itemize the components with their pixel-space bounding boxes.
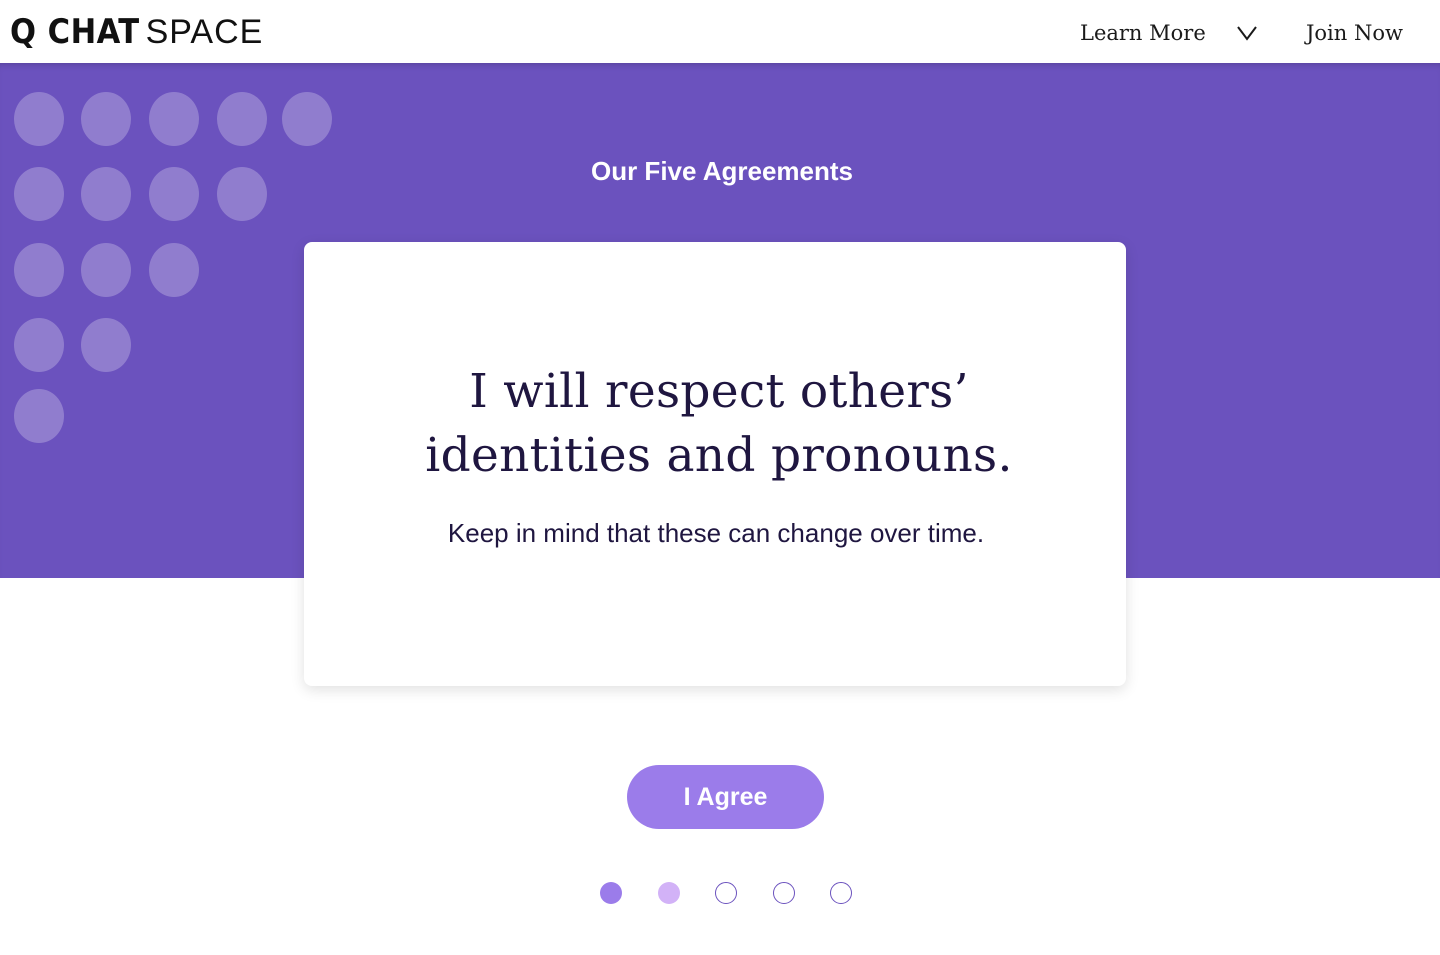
page-dot[interactable]: [773, 882, 795, 904]
decorative-dot: [149, 92, 199, 146]
section-title: Our Five Agreements: [590, 156, 853, 186]
decorative-dot: [149, 243, 199, 297]
page-dot-active[interactable]: [600, 882, 622, 904]
decorative-dot: [81, 92, 131, 146]
logo-wordmark-light: SPACE: [145, 13, 264, 51]
decorative-dot: [81, 318, 131, 372]
nav-learn-more[interactable]: Learn More: [1080, 17, 1206, 49]
chevron-down-icon[interactable]: [1236, 24, 1258, 42]
site-logo[interactable]: Q CHAT SPACE: [10, 12, 263, 52]
decorative-dot: [217, 92, 267, 146]
logo-wordmark-bold: Q CHAT: [10, 12, 140, 52]
decorative-dot: [14, 318, 64, 372]
agree-button[interactable]: I Agree: [627, 765, 824, 829]
page-dot-next[interactable]: [658, 882, 680, 904]
decorative-dot: [14, 243, 64, 297]
agreement-subtitle: Keep in mind that these can change over …: [447, 518, 985, 548]
site-header: Q CHAT SPACE Learn More Join Now: [0, 0, 1440, 63]
agreement-title: I will respect others’ identities and pr…: [425, 364, 1013, 483]
page-dot[interactable]: [830, 882, 852, 904]
decorative-dot: [14, 92, 64, 146]
decorative-dot: [14, 389, 64, 443]
agreement-card: I will respect others’ identities and pr…: [304, 242, 1126, 686]
decorative-dot: [282, 92, 332, 146]
nav-join-now[interactable]: Join Now: [1306, 17, 1403, 49]
decorative-dot: [81, 243, 131, 297]
page-dot[interactable]: [715, 882, 737, 904]
